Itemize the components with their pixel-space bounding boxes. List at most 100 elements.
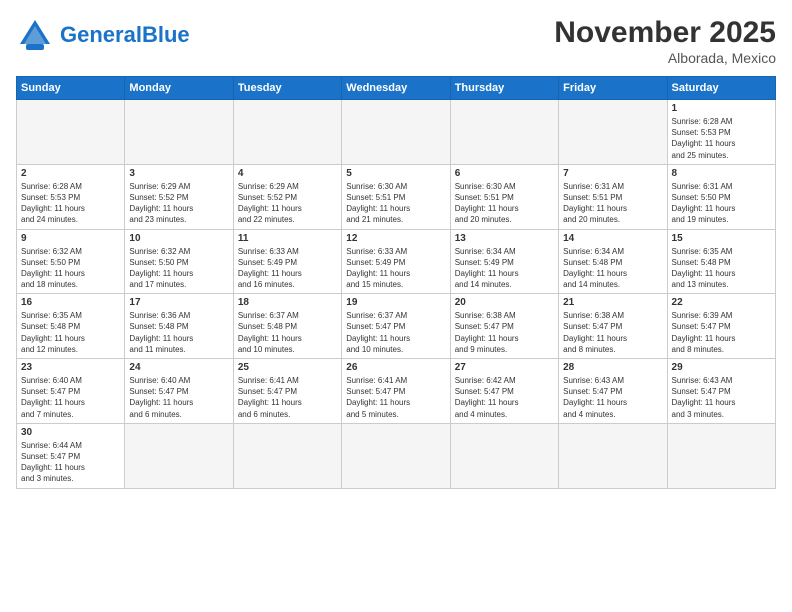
day-header-sunday: Sunday xyxy=(17,77,125,100)
calendar-week-row: 9 Sunrise: 6:32 AM Sunset: 5:50 PM Daylig… xyxy=(17,229,776,294)
calendar-cell: 28 Sunrise: 6:43 AM Sunset: 5:47 PM Dayli… xyxy=(559,359,667,424)
day-number: 21 xyxy=(563,297,662,308)
day-number: 5 xyxy=(346,168,445,179)
calendar-cell xyxy=(559,100,667,165)
calendar-cell xyxy=(450,423,558,488)
day-header-tuesday: Tuesday xyxy=(233,77,341,100)
day-number: 4 xyxy=(238,168,337,179)
day-info: Sunrise: 6:40 AM Sunset: 5:47 PM Dayligh… xyxy=(21,375,120,420)
calendar-cell: 10 Sunrise: 6:32 AM Sunset: 5:50 PM Dayli… xyxy=(125,229,233,294)
calendar-cell: 14 Sunrise: 6:34 AM Sunset: 5:48 PM Dayli… xyxy=(559,229,667,294)
calendar-cell: 19 Sunrise: 6:37 AM Sunset: 5:47 PM Dayli… xyxy=(342,294,450,359)
day-info: Sunrise: 6:44 AM Sunset: 5:47 PM Dayligh… xyxy=(21,440,120,485)
day-info: Sunrise: 6:28 AM Sunset: 5:53 PM Dayligh… xyxy=(672,116,771,161)
day-header-thursday: Thursday xyxy=(450,77,558,100)
day-info: Sunrise: 6:37 AM Sunset: 5:48 PM Dayligh… xyxy=(238,310,337,355)
calendar-week-row: 16Sunrise: 6:35 AM Sunset: 5:48 PM Dayli… xyxy=(17,294,776,359)
calendar-cell: 6 Sunrise: 6:30 AM Sunset: 5:51 PM Daylig… xyxy=(450,164,558,229)
calendar-cell: 17 Sunrise: 6:36 AM Sunset: 5:48 PM Dayli… xyxy=(125,294,233,359)
calendar-cell: 26Sunrise: 6:41 AM Sunset: 5:47 PM Dayli… xyxy=(342,359,450,424)
calendar-cell: 4 Sunrise: 6:29 AM Sunset: 5:52 PM Daylig… xyxy=(233,164,341,229)
day-info: Sunrise: 6:38 AM Sunset: 5:47 PM Dayligh… xyxy=(563,310,662,355)
day-number: 22 xyxy=(672,297,771,308)
calendar-cell xyxy=(125,423,233,488)
calendar-cell xyxy=(17,100,125,165)
day-info: Sunrise: 6:39 AM Sunset: 5:47 PM Dayligh… xyxy=(672,310,771,355)
day-info: Sunrise: 6:32 AM Sunset: 5:50 PM Dayligh… xyxy=(21,246,120,291)
day-info: Sunrise: 6:36 AM Sunset: 5:48 PM Dayligh… xyxy=(129,310,228,355)
calendar-cell: 18Sunrise: 6:37 AM Sunset: 5:48 PM Dayli… xyxy=(233,294,341,359)
day-number: 16 xyxy=(21,297,120,308)
day-header-wednesday: Wednesday xyxy=(342,77,450,100)
calendar-week-row: 2 Sunrise: 6:28 AM Sunset: 5:53 PM Daylig… xyxy=(17,164,776,229)
calendar-cell: 15Sunrise: 6:35 AM Sunset: 5:48 PM Dayli… xyxy=(667,229,775,294)
day-number: 14 xyxy=(563,233,662,244)
day-number: 27 xyxy=(455,362,554,373)
logo: GeneralBlue xyxy=(16,16,190,54)
day-number: 1 xyxy=(672,103,771,114)
calendar-cell xyxy=(233,100,341,165)
day-number: 29 xyxy=(672,362,771,373)
logo-text: GeneralBlue xyxy=(60,24,190,46)
day-info: Sunrise: 6:29 AM Sunset: 5:52 PM Dayligh… xyxy=(238,181,337,226)
day-number: 26 xyxy=(346,362,445,373)
day-number: 17 xyxy=(129,297,228,308)
calendar-cell: 21 Sunrise: 6:38 AM Sunset: 5:47 PM Dayli… xyxy=(559,294,667,359)
day-info: Sunrise: 6:33 AM Sunset: 5:49 PM Dayligh… xyxy=(346,246,445,291)
calendar-cell: 12 Sunrise: 6:33 AM Sunset: 5:49 PM Dayli… xyxy=(342,229,450,294)
day-header-monday: Monday xyxy=(125,77,233,100)
calendar-table: SundayMondayTuesdayWednesdayThursdayFrid… xyxy=(16,76,776,489)
calendar-header-row: SundayMondayTuesdayWednesdayThursdayFrid… xyxy=(17,77,776,100)
day-number: 8 xyxy=(672,168,771,179)
calendar-cell: 8 Sunrise: 6:31 AM Sunset: 5:50 PM Daylig… xyxy=(667,164,775,229)
day-info: Sunrise: 6:29 AM Sunset: 5:52 PM Dayligh… xyxy=(129,181,228,226)
day-info: Sunrise: 6:37 AM Sunset: 5:47 PM Dayligh… xyxy=(346,310,445,355)
day-info: Sunrise: 6:43 AM Sunset: 5:47 PM Dayligh… xyxy=(672,375,771,420)
day-info: Sunrise: 6:43 AM Sunset: 5:47 PM Dayligh… xyxy=(563,375,662,420)
day-info: Sunrise: 6:28 AM Sunset: 5:53 PM Dayligh… xyxy=(21,181,120,226)
day-info: Sunrise: 6:34 AM Sunset: 5:48 PM Dayligh… xyxy=(563,246,662,291)
calendar-cell: 30Sunrise: 6:44 AM Sunset: 5:47 PM Dayli… xyxy=(17,423,125,488)
calendar-cell: 11 Sunrise: 6:33 AM Sunset: 5:49 PM Dayli… xyxy=(233,229,341,294)
day-number: 7 xyxy=(563,168,662,179)
day-info: Sunrise: 6:30 AM Sunset: 5:51 PM Dayligh… xyxy=(346,181,445,226)
day-number: 9 xyxy=(21,233,120,244)
day-info: Sunrise: 6:30 AM Sunset: 5:51 PM Dayligh… xyxy=(455,181,554,226)
day-header-friday: Friday xyxy=(559,77,667,100)
day-number: 3 xyxy=(129,168,228,179)
day-info: Sunrise: 6:40 AM Sunset: 5:47 PM Dayligh… xyxy=(129,375,228,420)
day-info: Sunrise: 6:33 AM Sunset: 5:49 PM Dayligh… xyxy=(238,246,337,291)
day-number: 2 xyxy=(21,168,120,179)
day-info: Sunrise: 6:42 AM Sunset: 5:47 PM Dayligh… xyxy=(455,375,554,420)
location-subtitle: Alborada, Mexico xyxy=(554,50,776,66)
day-number: 23 xyxy=(21,362,120,373)
day-info: Sunrise: 6:38 AM Sunset: 5:47 PM Dayligh… xyxy=(455,310,554,355)
day-info: Sunrise: 6:31 AM Sunset: 5:51 PM Dayligh… xyxy=(563,181,662,226)
day-number: 25 xyxy=(238,362,337,373)
calendar-cell: 5 Sunrise: 6:30 AM Sunset: 5:51 PM Daylig… xyxy=(342,164,450,229)
calendar-week-row: 1 Sunrise: 6:28 AM Sunset: 5:53 PM Daylig… xyxy=(17,100,776,165)
month-title: November 2025 xyxy=(554,16,776,50)
calendar-cell xyxy=(125,100,233,165)
calendar-cell xyxy=(450,100,558,165)
calendar-cell xyxy=(342,100,450,165)
day-number: 6 xyxy=(455,168,554,179)
calendar-cell: 1 Sunrise: 6:28 AM Sunset: 5:53 PM Daylig… xyxy=(667,100,775,165)
day-number: 19 xyxy=(346,297,445,308)
day-number: 13 xyxy=(455,233,554,244)
calendar-week-row: 30Sunrise: 6:44 AM Sunset: 5:47 PM Dayli… xyxy=(17,423,776,488)
day-info: Sunrise: 6:31 AM Sunset: 5:50 PM Dayligh… xyxy=(672,181,771,226)
day-info: Sunrise: 6:41 AM Sunset: 5:47 PM Dayligh… xyxy=(238,375,337,420)
day-header-saturday: Saturday xyxy=(667,77,775,100)
calendar-cell: 3 Sunrise: 6:29 AM Sunset: 5:52 PM Daylig… xyxy=(125,164,233,229)
day-number: 10 xyxy=(129,233,228,244)
day-number: 11 xyxy=(238,233,337,244)
day-number: 28 xyxy=(563,362,662,373)
calendar-cell: 23 Sunrise: 6:40 AM Sunset: 5:47 PM Dayli… xyxy=(17,359,125,424)
day-number: 12 xyxy=(346,233,445,244)
day-info: Sunrise: 6:34 AM Sunset: 5:49 PM Dayligh… xyxy=(455,246,554,291)
day-info: Sunrise: 6:35 AM Sunset: 5:48 PM Dayligh… xyxy=(672,246,771,291)
day-number: 24 xyxy=(129,362,228,373)
calendar-cell xyxy=(559,423,667,488)
day-info: Sunrise: 6:32 AM Sunset: 5:50 PM Dayligh… xyxy=(129,246,228,291)
